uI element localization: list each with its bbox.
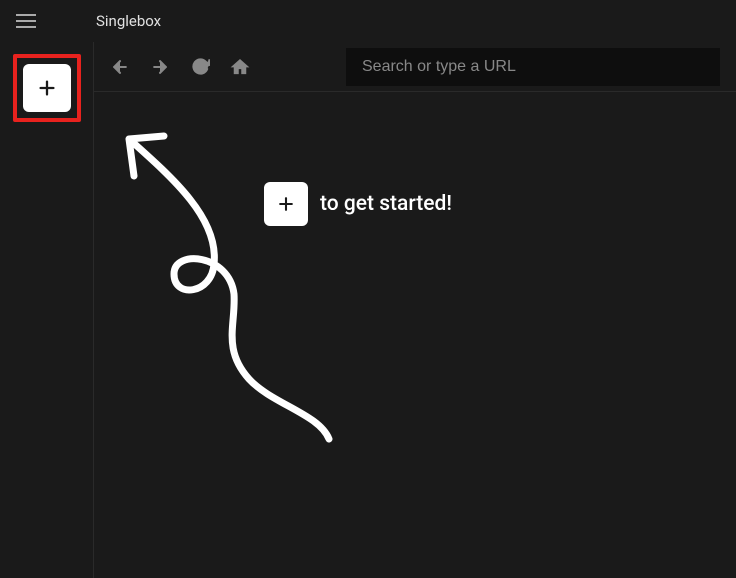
search-input[interactable] <box>346 48 720 86</box>
content-area: to get started! <box>94 92 736 578</box>
reload-icon <box>191 57 210 76</box>
menu-icon[interactable] <box>16 14 36 28</box>
onboarding-text: to get started! <box>320 192 452 216</box>
titlebar: Singlebox <box>0 0 736 42</box>
arrow-right-icon <box>150 57 170 77</box>
home-icon <box>230 57 250 77</box>
app-title: Singlebox <box>96 12 161 30</box>
add-workspace-button[interactable] <box>23 64 71 112</box>
plus-icon <box>276 194 296 214</box>
forward-button[interactable] <box>150 57 170 77</box>
toolbar <box>94 42 736 92</box>
arrow-left-icon <box>110 57 130 77</box>
main-area: to get started! <box>94 42 736 578</box>
onboarding-arrow-icon <box>104 124 344 454</box>
home-button[interactable] <box>230 57 250 77</box>
onboarding-hint: to get started! <box>264 182 452 226</box>
plus-icon <box>36 77 58 99</box>
reload-button[interactable] <box>190 57 210 77</box>
onboarding-add-button[interactable] <box>264 182 308 226</box>
sidebar <box>0 42 94 578</box>
add-workspace-highlight <box>13 54 81 122</box>
back-button[interactable] <box>110 57 130 77</box>
